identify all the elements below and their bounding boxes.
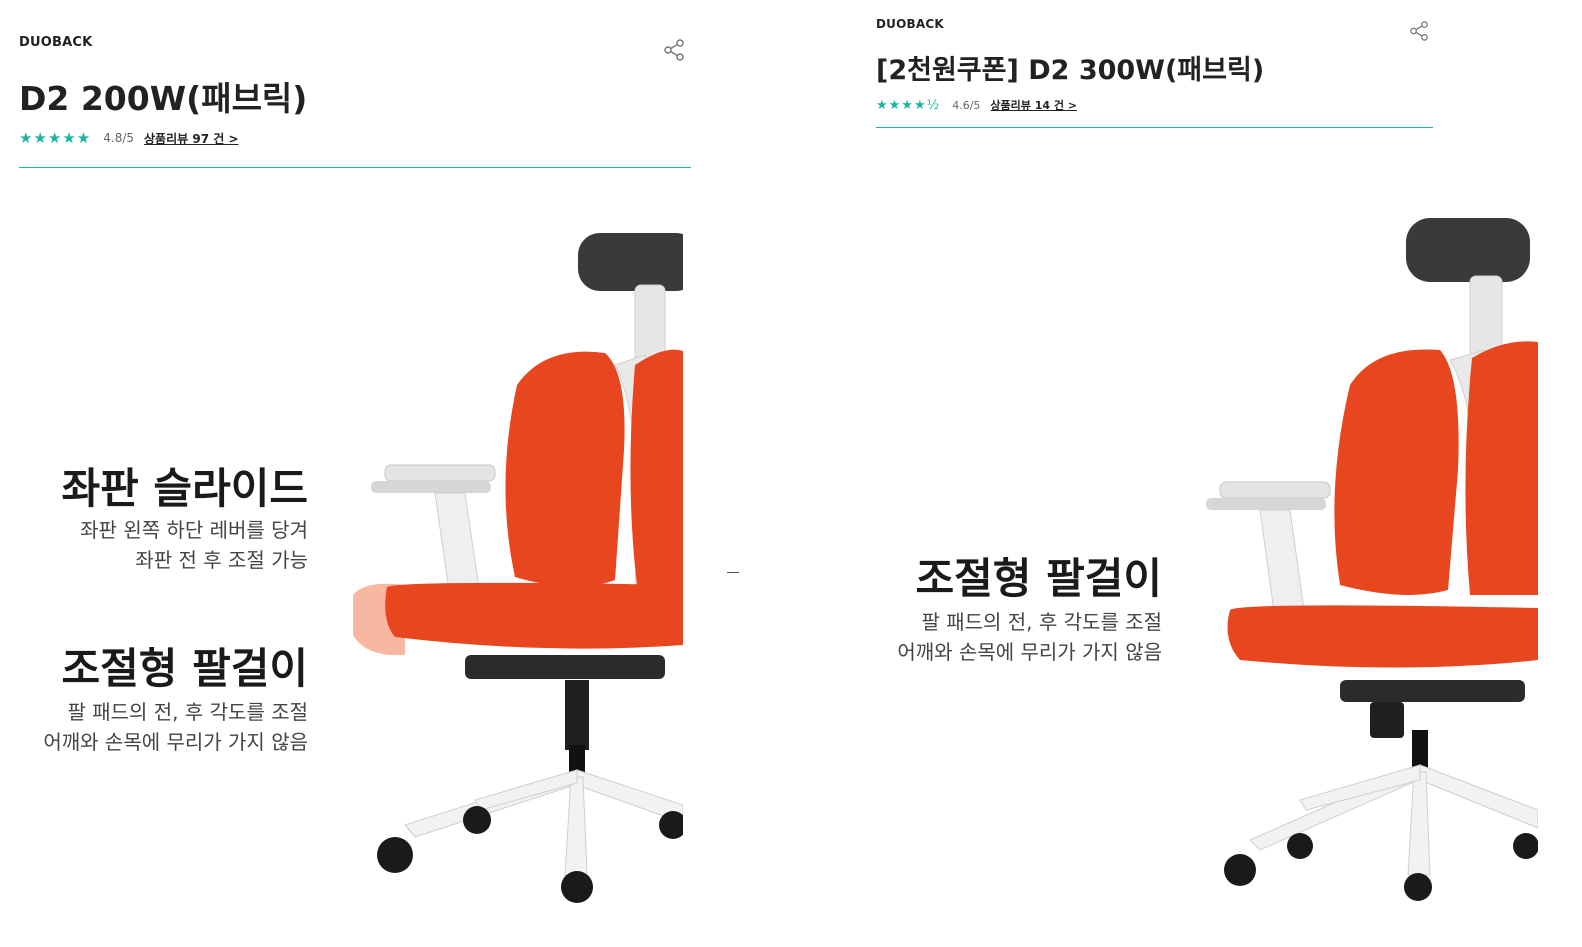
brand-label: DUOBACK [19,35,93,50]
product-image [345,225,683,915]
share-icon[interactable] [1409,21,1429,45]
product-title: [2천원쿠폰] D2 300W(패브릭) [876,55,1265,86]
feature-description: 좌판 왼쪽 하단 레버를 당겨 좌판 전 후 조절 가능 [80,515,308,575]
review-count-link[interactable]: 상품리뷰 97 건 > [144,130,239,147]
feature-description: 팔 패드의 전, 후 각도를 조절 어깨와 손목에 무리가 가지 않음 [43,697,308,757]
brand-label: DUOBACK [876,17,944,31]
feature-description: 팔 패드의 전, 후 각도를 조절 어깨와 손목에 무리가 가지 않음 [897,607,1162,667]
feature-title: 좌판 슬라이드 [61,464,308,513]
product-image [1200,210,1538,910]
feature-description-line: 어깨와 손목에 무리가 가지 않음 [43,730,308,754]
star-icon: ★★★★½ [876,97,941,113]
feature-description-line: 좌판 전 후 조절 가능 [135,548,308,572]
star-icon: ★★★★★ [19,129,92,147]
rating-row: ★★★★½ 4.6/5 상품리뷰 14 건 > [876,97,1077,113]
product-title: D2 200W(패브릭) [19,79,308,118]
review-count-link[interactable]: 상품리뷰 14 건 > [990,97,1077,113]
rating-score: 4.6/5 [952,98,981,112]
product-panel-left: DUOBACK D2 200W(패브릭) ★★★★★ 4.8/5 상품리뷰 97… [0,0,720,947]
header-divider [876,127,1433,128]
feature-description-line: 어깨와 손목에 무리가 가지 않음 [897,640,1162,664]
separator-dash [727,572,739,573]
share-icon[interactable] [663,39,685,65]
feature-title: 조절형 팔걸이 [915,554,1162,603]
feature-description-line: 좌판 왼쪽 하단 레버를 당겨 [80,518,308,542]
feature-title: 조절형 팔걸이 [61,644,308,693]
feature-description-line: 팔 패드의 전, 후 각도를 조절 [921,610,1162,634]
rating-score: 4.8/5 [103,131,135,145]
feature-description-line: 팔 패드의 전, 후 각도를 조절 [67,700,308,724]
header-divider [19,167,691,168]
product-panel-right: DUOBACK [2천원쿠폰] D2 300W(패브릭) ★★★★½ 4.6/5… [860,0,1560,947]
rating-row: ★★★★★ 4.8/5 상품리뷰 97 건 > [19,129,239,147]
